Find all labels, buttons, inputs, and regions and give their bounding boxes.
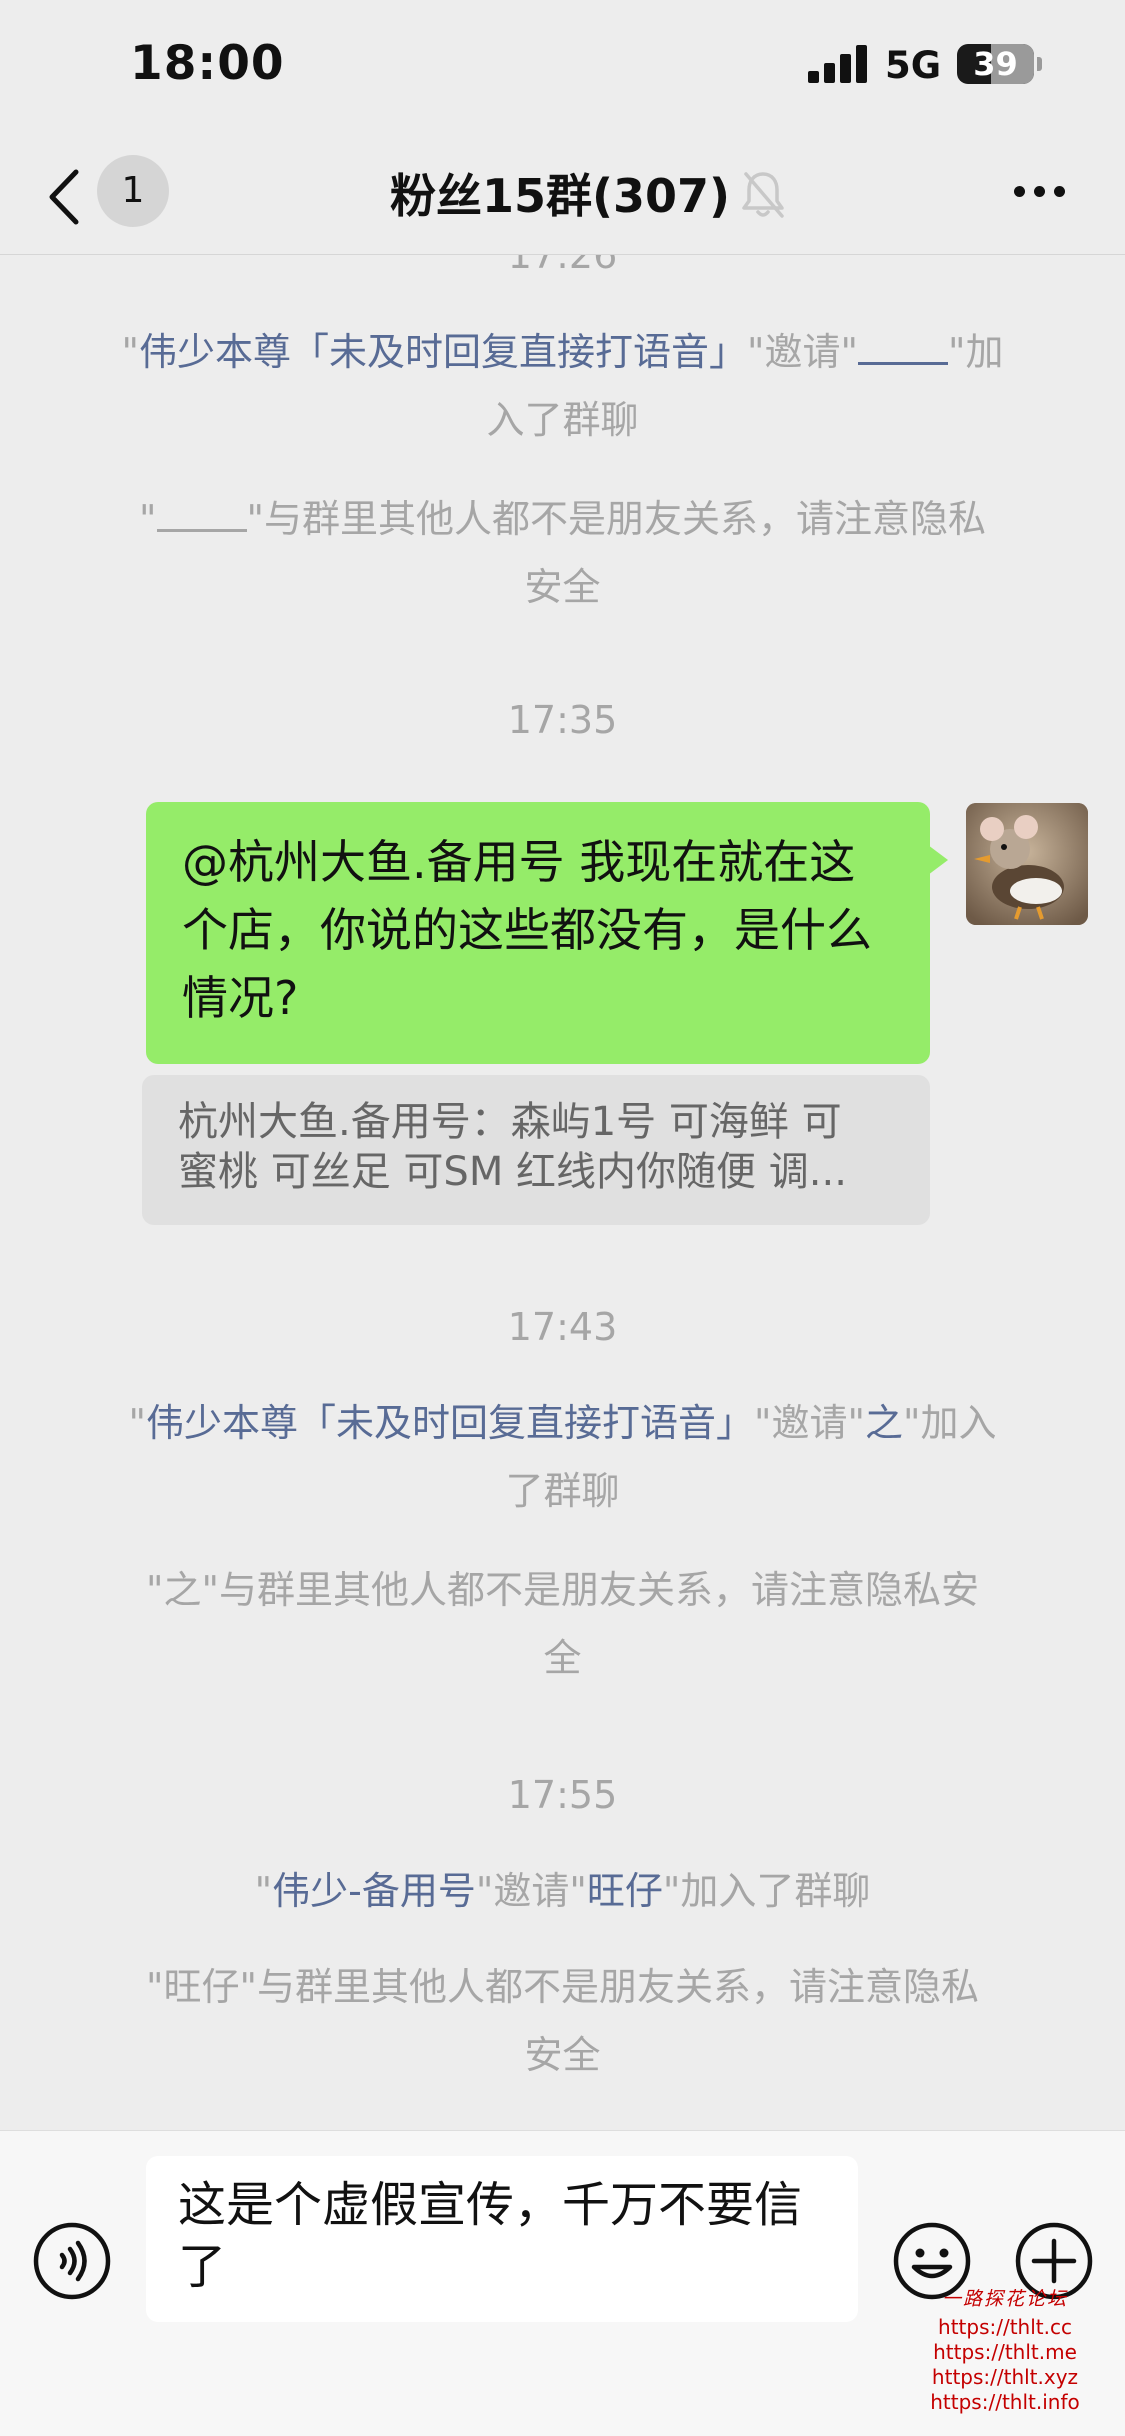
message-input[interactable]: 这是个虚假宣传，千万不要信了 — [146, 2156, 858, 2322]
inviter-name[interactable]: 伟少本尊「未及时回复直接打语音」 — [139, 330, 747, 374]
system-message-invite-2: "伟少本尊「未及时回复直接打语音」"邀请"之"加入 了群聊 — [128, 1401, 997, 1513]
battery-level: 39 — [973, 45, 1018, 83]
watermark-link: https://thlt.cc — [938, 2315, 1072, 2339]
battery-icon: 39 — [957, 44, 1034, 84]
bubble-tail — [928, 845, 948, 875]
status-time: 18:00 — [130, 36, 285, 91]
watermark-link: https://thlt.xyz — [931, 2365, 1079, 2389]
system-message-invite-3: "伟少-备用号"邀请"旺仔"加入了群聊 — [254, 1869, 871, 1913]
watermark-title: 一路探花论坛 — [941, 2288, 1068, 2310]
watermark: 一路探花论坛 https://thlt.cc https://thlt.me h… — [900, 2284, 1110, 2415]
sent-message-bubble[interactable]: @杭州大鱼.备用号 我现在就在这个店，你说的这些都没有，是什么情况? — [146, 802, 930, 1064]
invitee-name[interactable]: 旺仔 — [587, 1869, 663, 1913]
system-message-privacy-3: "旺仔"与群里其他人都不是朋友关系，请注意隐私 安全 — [146, 1965, 979, 2077]
chat-title: 粉丝15群(307) — [389, 169, 731, 223]
system-message-privacy-2: "之"与群里其他人都不是朋友关系，请注意隐私安 全 — [146, 1568, 979, 1680]
timestamp: 17:55 — [507, 1773, 618, 1817]
inviter-name[interactable]: 伟少本尊「未及时回复直接打语音」 — [146, 1401, 754, 1445]
inviter-name[interactable]: 伟少-备用号 — [272, 1869, 476, 1913]
invitee-name[interactable] — [857, 331, 948, 365]
chat-header: 1 粉丝15群(307) — [0, 140, 1125, 255]
chevron-left-icon[interactable] — [42, 162, 86, 232]
message-list[interactable]: 17:26 "伟少本尊「未及时回复直接打语音」"邀请" "加 入了群聊 " "与群里… — [0, 255, 1125, 2130]
watermark-link: https://thlt.info — [930, 2390, 1080, 2414]
quote-line: 杭州大鱼.备用号：森屿1号 可海鲜 可 — [178, 1099, 842, 1145]
quoted-message[interactable]: 杭州大鱼.备用号：森屿1号 可海鲜 可 蜜桃 可丝足 可SM 红线内你随便 调.… — [142, 1075, 930, 1225]
bell-slash-icon — [742, 172, 784, 218]
timestamp-clipped: 17:26 — [507, 255, 618, 277]
quote-line: 蜜桃 可丝足 可SM 红线内你随便 调... — [178, 1149, 847, 1195]
cellular-signal-icon — [808, 45, 870, 83]
system-message-privacy-1: " "与群里其他人都不是朋友关系，请注意隐私 安全 — [139, 497, 986, 609]
timestamp: 17:43 — [507, 1305, 618, 1349]
unread-count-badge[interactable]: 1 — [97, 155, 169, 227]
battery-cap — [1037, 57, 1042, 71]
timestamp: 17:35 — [507, 698, 618, 742]
avatar[interactable] — [966, 803, 1088, 925]
system-message-invite-1: "伟少本尊「未及时回复直接打语音」"邀请" "加 入了群聊 — [121, 330, 1004, 442]
voice-input-icon[interactable] — [32, 2221, 112, 2301]
status-bar: 18:00 5G 39 — [0, 0, 1125, 140]
network-type: 5G — [885, 44, 942, 87]
wechat-group-chat-screen: 18:00 5G 39 1 粉丝15群(307) 17:26 "伟少本尊「未及时… — [0, 0, 1125, 2436]
watermark-link: https://thlt.me — [933, 2340, 1077, 2364]
ellipsis-icon[interactable] — [1010, 180, 1070, 202]
invitee-name[interactable]: 之 — [865, 1401, 903, 1445]
